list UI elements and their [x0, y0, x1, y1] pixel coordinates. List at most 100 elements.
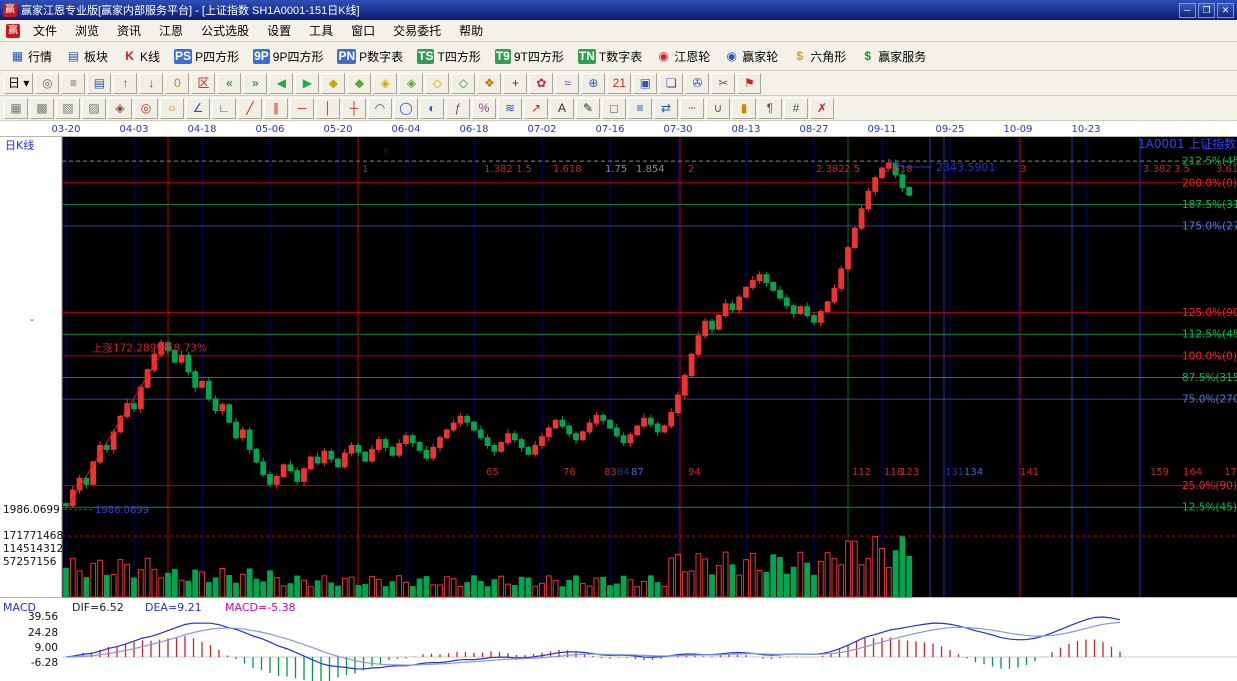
menu-item[interactable]: 江恩 — [150, 20, 192, 41]
hexagon-button[interactable]: $ 六角形 — [785, 45, 853, 68]
gann-box-tool-icon[interactable]: ▧ — [56, 98, 80, 119]
note-tool-icon[interactable]: ¶ — [758, 98, 782, 119]
overlay-tool-icon[interactable]: ≡ — [628, 98, 652, 119]
chart-area[interactable]: 03-2004-0304-1805-0605-2006-0406-1807-02… — [0, 121, 1237, 681]
magnet-tool-icon[interactable]: ∪ — [706, 98, 730, 119]
arrow-tool-icon[interactable]: ↗ — [524, 98, 548, 119]
winner-wheel-button[interactable]: ◉ 赢家轮 — [717, 45, 785, 68]
gann-shape-4-icon[interactable]: ◈ — [399, 73, 423, 94]
nine-t-square-button[interactable]: T9 9T四方形 — [488, 45, 571, 68]
chart-canvas[interactable]: 03-2004-0304-1805-0605-2006-0406-1807-02… — [0, 121, 1237, 681]
eraser-tool-icon[interactable]: ◻ — [602, 98, 626, 119]
delete-all-tool-icon[interactable]: ✗ — [810, 98, 834, 119]
gann-shape-1-icon[interactable]: ◆ — [321, 73, 345, 94]
svg-text:1.5: 1.5 — [516, 164, 532, 175]
gann-shape-2-icon[interactable]: ◆ — [347, 73, 371, 94]
text-tool-icon[interactable]: A — [550, 98, 574, 119]
gann-wheel-button[interactable]: ◉ 江恩轮 — [649, 45, 717, 68]
calendar-21-icon[interactable]: 21 — [607, 73, 631, 94]
screenshot-tool-icon[interactable]: # — [784, 98, 808, 119]
gann-grid-tool-icon[interactable]: ▦ — [4, 98, 28, 119]
highlight-tool-icon[interactable]: ▮ — [732, 98, 756, 119]
svg-text:2: 2 — [688, 164, 694, 175]
prev-bar-icon[interactable]: ◀ — [269, 73, 293, 94]
gann-shape-3-icon[interactable]: ◈ — [373, 73, 397, 94]
fibonacci-tool-icon[interactable]: ƒ — [446, 98, 470, 119]
circle-tool-icon[interactable]: ◯ — [394, 98, 418, 119]
last-bar-icon[interactable]: » — [243, 73, 267, 94]
t-number-table-button[interactable]: TN T数字表 — [571, 45, 649, 68]
trend-line-tool-icon[interactable]: ╱ — [238, 98, 262, 119]
gann-shape-5-icon[interactable]: ◇ — [425, 73, 449, 94]
connection-icon[interactable]: ◎ — [35, 73, 59, 94]
window-title: 赢家江恩专业版[赢家内部服务平台] - [上证指数 SH1A0001-151日K… — [21, 2, 1173, 18]
cross-line-tool-icon[interactable]: ┼ — [342, 98, 366, 119]
grapes-tool-icon[interactable]: ✿ — [529, 73, 553, 94]
crosshair-icon[interactable]: + — [503, 73, 527, 94]
next-bar-icon[interactable]: ▶ — [295, 73, 319, 94]
gann-square-tool-icon[interactable]: ▨ — [82, 98, 106, 119]
gann-grid-dense-tool-icon[interactable]: ▩ — [30, 98, 54, 119]
sectors-button[interactable]: ▤ 板块 — [59, 45, 115, 68]
first-bar-icon[interactable]: « — [217, 73, 241, 94]
ruler-tool-icon[interactable]: ┄ — [680, 98, 704, 119]
close-button[interactable]: ✕ — [1217, 3, 1234, 18]
menu-item[interactable]: 文件 — [24, 20, 66, 41]
scissors-icon[interactable]: ✂ — [711, 73, 735, 94]
zone-icon[interactable]: 区 — [191, 73, 215, 94]
panel-layout-icon[interactable]: ▣ — [633, 73, 657, 94]
multi-window-icon[interactable]: ❏ — [659, 73, 683, 94]
t-square-button[interactable]: TS T四方形 — [410, 45, 488, 68]
toolbar-button-label: 行情 — [28, 48, 52, 65]
svg-text:05-20: 05-20 — [323, 124, 352, 135]
p-square-button[interactable]: PS P四方形 — [167, 45, 246, 68]
winner-service-button[interactable]: $ 赢家服务 — [853, 45, 933, 68]
zero-reset-icon[interactable]: 0 — [165, 73, 189, 94]
menu-item[interactable]: 资讯 — [108, 20, 150, 41]
channel-tool-icon[interactable]: ∥ — [264, 98, 288, 119]
gann-fan-tool-icon[interactable]: ∠ — [186, 98, 210, 119]
menu-item[interactable]: 浏览 — [66, 20, 108, 41]
period-day-dropdown[interactable]: 日 ▾ — [4, 73, 33, 94]
minimize-button[interactable]: ─ — [1179, 3, 1196, 18]
flag-icon[interactable]: ⚑ — [737, 73, 761, 94]
hexagon-tool-icon[interactable]: ○ — [160, 98, 184, 119]
menu-item[interactable]: 设置 — [258, 20, 300, 41]
window-controls: ─❐✕ — [1177, 3, 1234, 18]
arrow-down-icon[interactable]: ↓ — [139, 73, 163, 94]
quotes-button[interactable]: ▦ 行情 — [3, 45, 59, 68]
wave-count-tool-icon[interactable]: ≋ — [498, 98, 522, 119]
menu-item[interactable]: 帮助 — [450, 20, 492, 41]
compare-tool-icon[interactable]: ⇄ — [654, 98, 678, 119]
layers-icon[interactable]: ▤ — [87, 73, 111, 94]
gann-wheel-tool-icon[interactable]: ◎ — [134, 98, 158, 119]
wave-icon[interactable]: ≈ — [555, 73, 579, 94]
kline-button[interactable]: K K线 — [115, 45, 167, 68]
percent-tool-icon[interactable]: % — [472, 98, 496, 119]
zoom-icon[interactable]: ⊕ — [581, 73, 605, 94]
menu-item[interactable]: 交易委托 — [384, 20, 450, 41]
pencil-tool-icon[interactable]: ✎ — [576, 98, 600, 119]
octagon-tool-icon[interactable]: ◈ — [108, 98, 132, 119]
maximize-button[interactable]: ❐ — [1198, 3, 1215, 18]
cycle-tool-icon[interactable]: ◐ — [420, 98, 444, 119]
menu-item[interactable]: 工具 — [300, 20, 342, 41]
svg-text:04-03: 04-03 — [119, 124, 148, 135]
svg-text:87: 87 — [631, 467, 644, 478]
svg-text:04-18: 04-18 — [187, 124, 216, 135]
horizontal-line-tool-icon[interactable]: ─ — [290, 98, 314, 119]
save-icon[interactable]: ✇ — [685, 73, 709, 94]
gann-shape-6-icon[interactable]: ◇ — [451, 73, 475, 94]
p-number-table-button[interactable]: PN P数字表 — [330, 45, 410, 68]
menu-item[interactable]: 窗口 — [342, 20, 384, 41]
menu-item[interactable]: 公式选股 — [192, 20, 258, 41]
angle-tool-icon[interactable]: ∟ — [212, 98, 236, 119]
pan-hand-icon[interactable]: ❖ — [477, 73, 501, 94]
vertical-line-tool-icon[interactable]: │ — [316, 98, 340, 119]
svg-text:2.5: 2.5 — [844, 164, 860, 175]
quote-list-icon[interactable]: ≡ — [61, 73, 85, 94]
arc-tool-icon[interactable]: ◠ — [368, 98, 392, 119]
nine-p-square-button[interactable]: 9P 9P四方形 — [246, 45, 330, 68]
svg-text:75.0%(270): 75.0%(270) — [1182, 394, 1237, 406]
arrow-up-icon[interactable]: ↑ — [113, 73, 137, 94]
